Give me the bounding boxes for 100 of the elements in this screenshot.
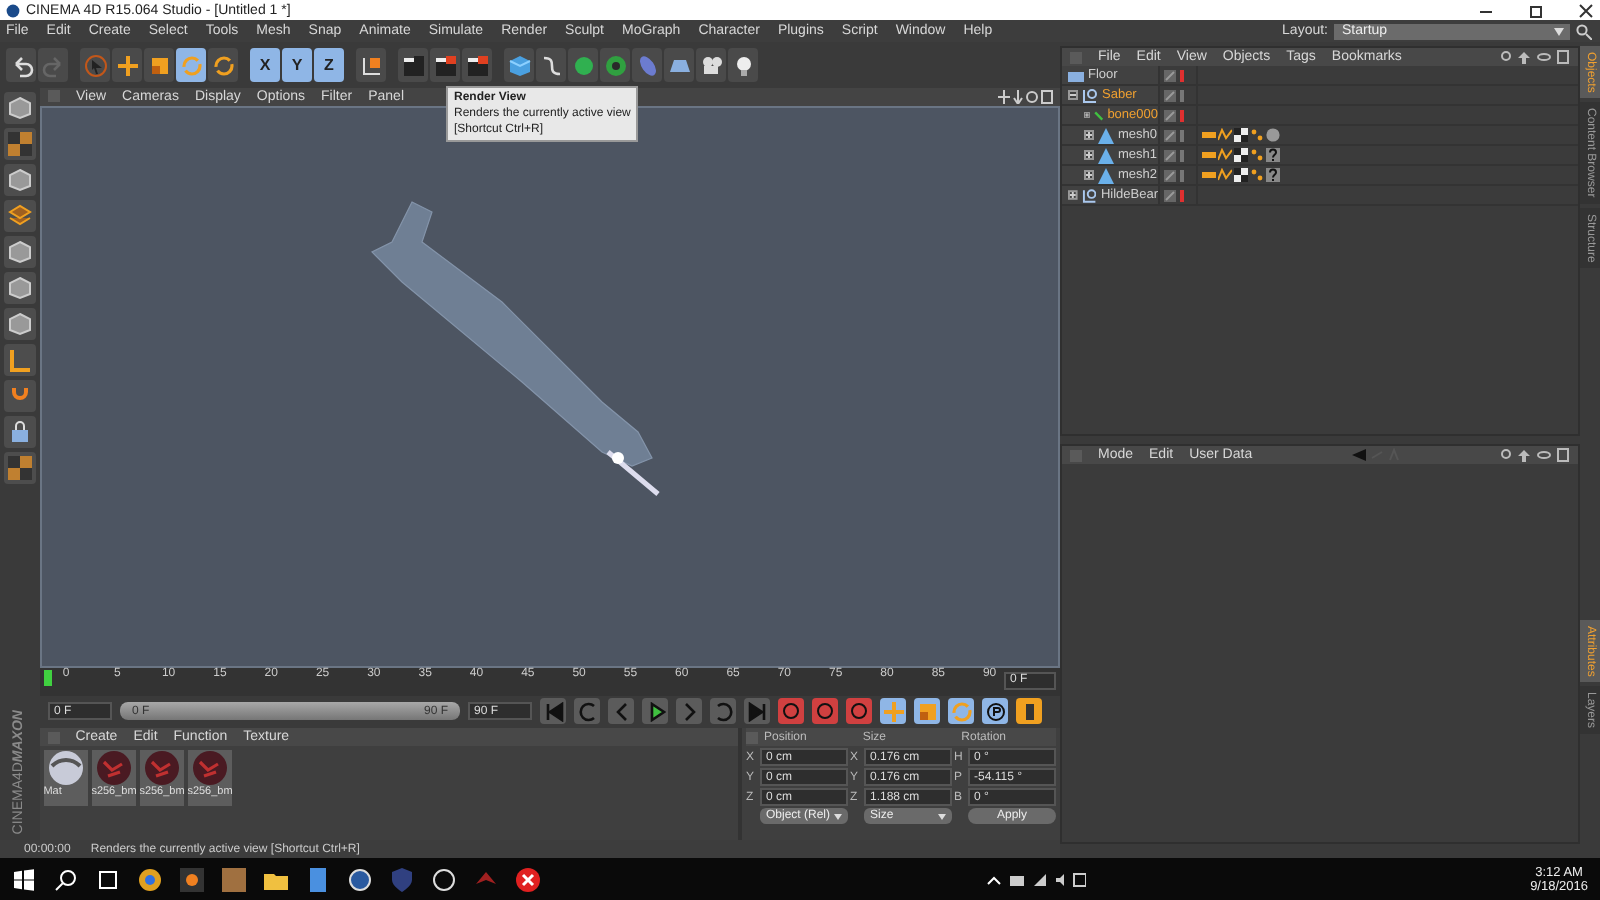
close-circle-icon[interactable] <box>516 867 540 891</box>
scale-icon <box>915 699 939 724</box>
light-button[interactable] <box>728 48 758 82</box>
mode-button[interactable] <box>4 416 36 448</box>
playhead-icon[interactable] <box>44 669 52 686</box>
close-icon[interactable] <box>1578 3 1594 17</box>
panel-checkbox[interactable] <box>48 90 60 103</box>
layer-checkbox-icon[interactable] <box>1164 149 1176 161</box>
select-button[interactable] <box>80 48 110 82</box>
expand-icon[interactable] <box>1084 150 1094 160</box>
navigation-arrows-icon[interactable] <box>1352 448 1401 462</box>
system-tray-icon[interactable] <box>985 871 1086 887</box>
panel-checkbox[interactable] <box>47 731 60 743</box>
move-icon <box>881 699 905 724</box>
search-icon[interactable] <box>1576 23 1592 39</box>
mode-button[interactable] <box>4 128 36 160</box>
app-icon[interactable] <box>180 867 204 891</box>
material-sphere-icon <box>95 750 132 786</box>
checker-icon <box>1234 148 1248 162</box>
mode-button[interactable] <box>4 92 36 124</box>
step-back-button[interactable] <box>574 698 600 725</box>
layer-checkbox-icon[interactable] <box>1164 109 1176 121</box>
recent-button[interactable] <box>208 48 238 82</box>
mode-button[interactable] <box>4 272 36 304</box>
cube-button[interactable] <box>504 48 534 82</box>
axis-lock-button[interactable]: X <box>250 48 280 82</box>
layer-checkbox-icon[interactable] <box>1164 89 1176 101</box>
layer-checkbox-icon[interactable] <box>1164 69 1176 81</box>
grid-plane-icon <box>1068 67 1084 83</box>
expand-icon[interactable] <box>1084 130 1094 140</box>
camera-button[interactable] <box>696 48 726 82</box>
floor-button[interactable] <box>664 48 694 82</box>
mode-button[interactable] <box>4 380 36 412</box>
material-sphere-icon <box>143 750 180 786</box>
checker-icon <box>8 456 32 480</box>
mode-button[interactable] <box>4 452 36 484</box>
layer-checkbox-icon[interactable] <box>1164 129 1176 141</box>
axis-lock-button[interactable]: Z <box>314 48 344 82</box>
world-button[interactable] <box>356 48 386 82</box>
auto-key-button[interactable] <box>812 698 838 725</box>
move-key-button[interactable] <box>880 698 906 725</box>
expand-icon[interactable] <box>1084 110 1090 120</box>
deformer-button[interactable] <box>632 48 662 82</box>
task-view-icon[interactable] <box>96 867 120 891</box>
redo-icon <box>41 53 65 77</box>
spline-button[interactable] <box>536 48 566 82</box>
scale-button[interactable] <box>144 48 174 82</box>
app-logo-icon[interactable] <box>348 867 372 891</box>
layer-checkbox-icon[interactable] <box>1164 189 1176 201</box>
axis-lock-button[interactable]: Y <box>282 48 312 82</box>
step-forward-button[interactable] <box>710 698 736 725</box>
layer-checkbox-icon[interactable] <box>1164 169 1176 181</box>
go-to-start-button[interactable] <box>540 698 566 725</box>
start-icon[interactable] <box>12 867 36 891</box>
mode-button[interactable] <box>4 200 36 232</box>
cube-icon <box>507 53 531 77</box>
question-mark-icon <box>1266 148 1280 162</box>
maximize-icon[interactable] <box>1528 3 1544 17</box>
timeline-button[interactable] <box>1016 698 1042 725</box>
keyframe-selection-button[interactable] <box>846 698 872 725</box>
parameter-key-button[interactable] <box>982 698 1008 725</box>
move-button[interactable] <box>112 48 142 82</box>
mode-button[interactable] <box>4 344 36 376</box>
skip-icon <box>543 701 563 722</box>
view-controls-icon[interactable] <box>998 89 1054 104</box>
mode-button[interactable] <box>4 308 36 340</box>
go-to-end-button[interactable] <box>744 698 770 725</box>
panel-checkbox[interactable] <box>1070 449 1082 461</box>
render-view-button[interactable] <box>398 48 428 82</box>
render-picture-button[interactable] <box>430 48 460 82</box>
collapse-icon[interactable] <box>1068 90 1078 100</box>
record-button[interactable] <box>778 698 804 725</box>
scale-icon <box>147 53 171 77</box>
skip-icon <box>747 701 767 722</box>
mode-button[interactable] <box>4 236 36 268</box>
clapperboard-icon <box>433 53 457 77</box>
rotate-key-button[interactable] <box>948 698 974 725</box>
material-sphere-icon <box>47 750 84 786</box>
nurbs-button[interactable] <box>568 48 598 82</box>
panel-checkbox[interactable] <box>746 731 758 743</box>
chevron-icon <box>611 701 631 722</box>
undo-button[interactable] <box>6 48 36 82</box>
null-object-icon <box>1081 187 1097 203</box>
array-button[interactable] <box>600 48 630 82</box>
document-icon[interactable] <box>306 867 330 891</box>
play-button[interactable] <box>642 698 668 725</box>
render-settings-button[interactable] <box>462 48 492 82</box>
expand-icon[interactable] <box>1068 190 1078 200</box>
search-icon[interactable] <box>54 867 78 891</box>
cube-icon <box>8 168 32 192</box>
checker-icon <box>8 132 32 156</box>
question-mark-icon <box>1266 168 1280 182</box>
layers-icon <box>8 204 32 228</box>
material-icon <box>1266 128 1280 142</box>
timeline-icon <box>1021 701 1037 722</box>
expand-icon[interactable] <box>1084 170 1094 180</box>
scale-key-button[interactable] <box>914 698 940 725</box>
browser-icon[interactable] <box>138 867 162 891</box>
panel-checkbox[interactable] <box>1070 51 1082 63</box>
mode-button[interactable] <box>4 164 36 196</box>
